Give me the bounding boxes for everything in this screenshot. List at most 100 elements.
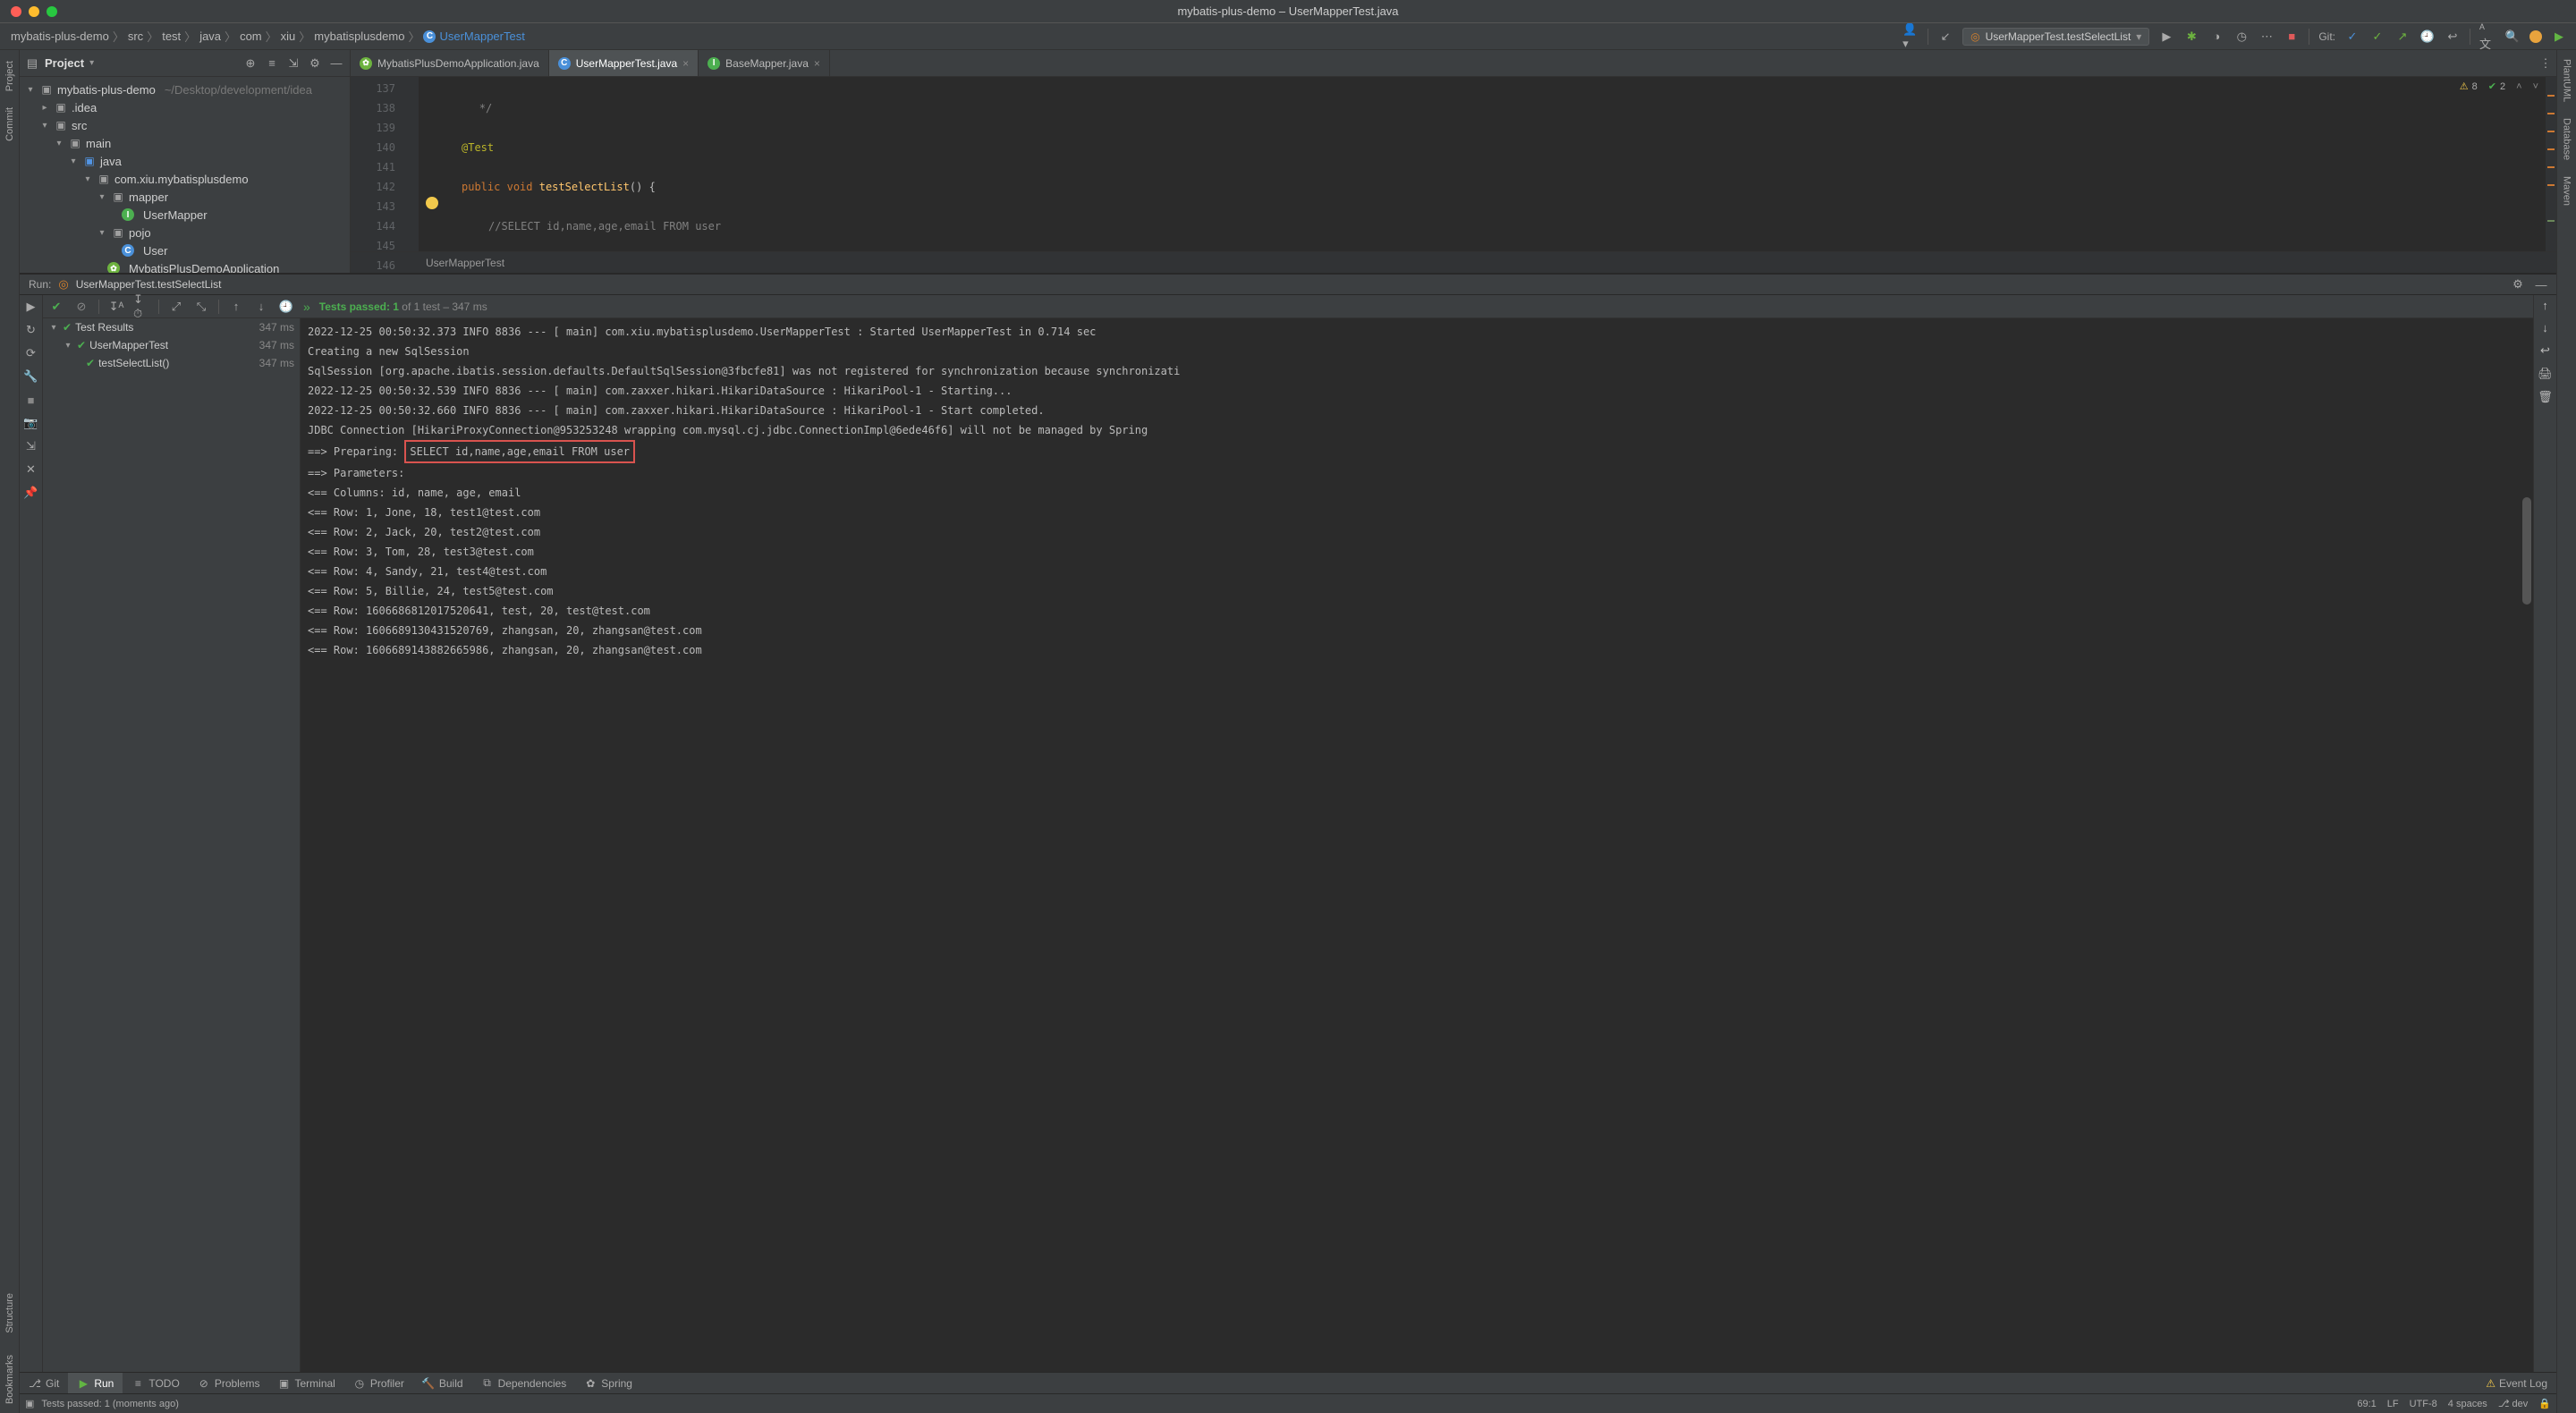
editor-tab[interactable]: I BaseMapper.java × — [699, 50, 830, 76]
project-tree[interactable]: ▾▣ mybatis-plus-demo ~/Desktop/developme… — [20, 77, 350, 273]
maximize-window-button[interactable] — [47, 6, 57, 17]
breadcrumb-seg[interactable]: mybatis-plus-demo — [11, 30, 109, 43]
locate-icon[interactable]: ⊕ — [242, 55, 258, 72]
event-log[interactable]: ⚠Event Log — [2486, 1377, 2556, 1390]
code-area[interactable]: */ @Test public void testSelectList() { … — [419, 77, 2546, 251]
export-icon[interactable]: ⇲ — [23, 438, 39, 454]
breadcrumb-file[interactable]: C UserMapperTest — [423, 30, 524, 43]
collapse-all-icon[interactable]: ⤡ — [193, 299, 209, 315]
scroll-up-icon[interactable]: ↑ — [2542, 299, 2548, 312]
collapse-all-icon[interactable]: ⇲ — [285, 55, 301, 72]
breadcrumb-seg[interactable]: mybatisplusdemo — [314, 30, 404, 43]
ide-avatar-icon[interactable] — [2529, 30, 2542, 43]
indent[interactable]: 4 spaces — [2448, 1399, 2487, 1409]
vtab-structure[interactable]: Structure — [3, 1290, 17, 1337]
breadcrumb[interactable]: mybatis-plus-demo〉 src〉 test〉 java〉 com〉… — [5, 28, 525, 45]
sort-alpha-down-icon[interactable]: ↧ᴬ — [108, 299, 124, 315]
expand-all-icon[interactable]: ≡ — [264, 55, 280, 72]
gear-icon[interactable]: ⚙ — [2510, 276, 2526, 292]
git-update-icon[interactable]: ✓ — [2344, 29, 2360, 45]
breadcrumb-seg[interactable]: test — [162, 30, 181, 43]
show-ignored-icon[interactable]: ⊘ — [73, 299, 89, 315]
btab-profiler[interactable]: ◷Profiler — [344, 1373, 413, 1393]
close-window-button[interactable] — [11, 6, 21, 17]
history-icon[interactable]: 🕘 — [278, 299, 294, 315]
btab-todo[interactable]: ≡TODO — [123, 1373, 188, 1393]
inspection-widget[interactable]: ⚠8 ✔2 ˄ ˅ — [2460, 80, 2538, 92]
lock-icon[interactable]: 🔒 — [2538, 1398, 2551, 1409]
run-button[interactable]: ▶ — [2158, 29, 2174, 45]
test-tree[interactable]: ▾✔Test Results347 ms ▾✔UserMapperTest347… — [43, 318, 301, 1372]
vtab-maven[interactable]: Maven — [2560, 173, 2574, 209]
caret-position[interactable]: 69:1 — [2357, 1399, 2376, 1409]
btab-run[interactable]: ▶Run — [68, 1373, 123, 1393]
btab-dependencies[interactable]: ⧉Dependencies — [472, 1373, 576, 1393]
statusbar-icon[interactable]: ▣ — [25, 1398, 34, 1409]
close-tab-icon[interactable]: × — [814, 57, 820, 70]
next-failed-icon[interactable]: ↓ — [253, 299, 269, 315]
git-rollback-icon[interactable]: ↩ — [2445, 29, 2461, 45]
stop-button[interactable]: ■ — [23, 392, 39, 408]
screenshot-icon[interactable]: 📷 — [23, 415, 39, 431]
wrench-icon[interactable]: 🔧 — [23, 368, 39, 385]
intention-bulb-icon[interactable] — [426, 197, 438, 209]
scrollbar[interactable] — [2522, 497, 2531, 605]
rerun-button[interactable]: ▶ — [23, 299, 39, 315]
next-highlight-icon[interactable]: ˅ — [2533, 81, 2538, 92]
vtab-database[interactable]: Database — [2560, 114, 2574, 164]
editor-breadcrumb[interactable]: UserMapperTest — [351, 251, 2556, 273]
close-icon[interactable]: ✕ — [23, 461, 39, 478]
close-tab-icon[interactable]: × — [682, 57, 689, 70]
marker-strip[interactable] — [2546, 77, 2556, 251]
btab-build[interactable]: 🔨Build — [413, 1373, 472, 1393]
prev-highlight-icon[interactable]: ˄ — [2516, 81, 2521, 92]
search-icon[interactable]: 🔍 — [2504, 29, 2521, 45]
expand-all-icon[interactable]: ⤢ — [168, 299, 184, 315]
console-output[interactable]: 2022-12-25 00:50:32.373 INFO 8836 --- [ … — [301, 318, 2533, 1372]
chevron-down-icon[interactable]: ▾ — [89, 58, 94, 68]
rerun-failed-button[interactable]: ↻ — [23, 322, 39, 338]
run-configuration-selector[interactable]: ◎ UserMapperTest.testSelectList ▾ — [1962, 28, 2149, 46]
toggle-auto-test-button[interactable]: ⟳ — [23, 345, 39, 361]
breadcrumb-seg[interactable]: java — [199, 30, 221, 43]
soft-wrap-icon[interactable]: ↩ — [2540, 343, 2550, 358]
show-passed-icon[interactable]: ✔ — [48, 299, 64, 315]
pin-icon[interactable]: 📌 — [23, 485, 39, 501]
tabs-menu-icon[interactable]: ⋮ — [2535, 50, 2556, 76]
ide-settings-icon[interactable]: ▶ — [2551, 29, 2567, 45]
editor-tab[interactable]: ✿ MybatisPlusDemoApplication.java — [351, 50, 549, 76]
print-icon[interactable]: 🖨 — [2538, 367, 2553, 381]
breadcrumb-seg[interactable]: xiu — [281, 30, 296, 43]
vtab-commit[interactable]: Commit — [3, 104, 17, 145]
btab-spring[interactable]: ✿Spring — [575, 1373, 641, 1393]
editor-body[interactable]: 137 138 139 140 141 142 143 144 145 146 — [351, 77, 2556, 251]
project-view-icon[interactable]: ▤ — [25, 56, 39, 71]
hide-icon[interactable]: — — [2533, 276, 2549, 292]
coverage-button[interactable]: ◑ — [2208, 29, 2224, 45]
breadcrumb-seg[interactable]: src — [128, 30, 143, 43]
prev-failed-icon[interactable]: ↑ — [228, 299, 244, 315]
hide-icon[interactable]: — — [328, 55, 344, 72]
attach-button[interactable]: ⋯ — [2258, 29, 2275, 45]
translate-icon[interactable]: ᴬ文 — [2479, 29, 2496, 45]
vtab-project[interactable]: Project — [3, 57, 17, 95]
btab-problems[interactable]: ⊘Problems — [189, 1373, 269, 1393]
git-commit-icon[interactable]: ✓ — [2369, 29, 2385, 45]
git-branch[interactable]: ⎇ dev — [2498, 1398, 2528, 1409]
gear-icon[interactable]: ⚙ — [307, 55, 323, 72]
encoding[interactable]: UTF-8 — [2410, 1399, 2437, 1409]
btab-git[interactable]: ⎇Git — [20, 1373, 68, 1393]
vtab-bookmarks[interactable]: Bookmarks — [3, 1351, 17, 1408]
line-separator[interactable]: LF — [2387, 1399, 2399, 1409]
btab-terminal[interactable]: ▣Terminal — [269, 1373, 344, 1393]
clear-icon[interactable]: 🗑 — [2538, 390, 2553, 404]
add-to-group-icon[interactable]: 👤▾ — [1902, 29, 1919, 45]
vtab-plantuml[interactable]: PlantUML — [2560, 55, 2574, 106]
stop-button[interactable]: ■ — [2284, 29, 2300, 45]
minimize-window-button[interactable] — [29, 6, 39, 17]
breadcrumb-seg[interactable]: com — [240, 30, 262, 43]
profile-button[interactable]: ◷ — [2233, 29, 2250, 45]
git-history-icon[interactable]: 🕘 — [2419, 29, 2436, 45]
build-icon[interactable]: ↙ — [1937, 29, 1953, 45]
editor-tab-active[interactable]: C UserMapperTest.java × — [549, 50, 699, 76]
